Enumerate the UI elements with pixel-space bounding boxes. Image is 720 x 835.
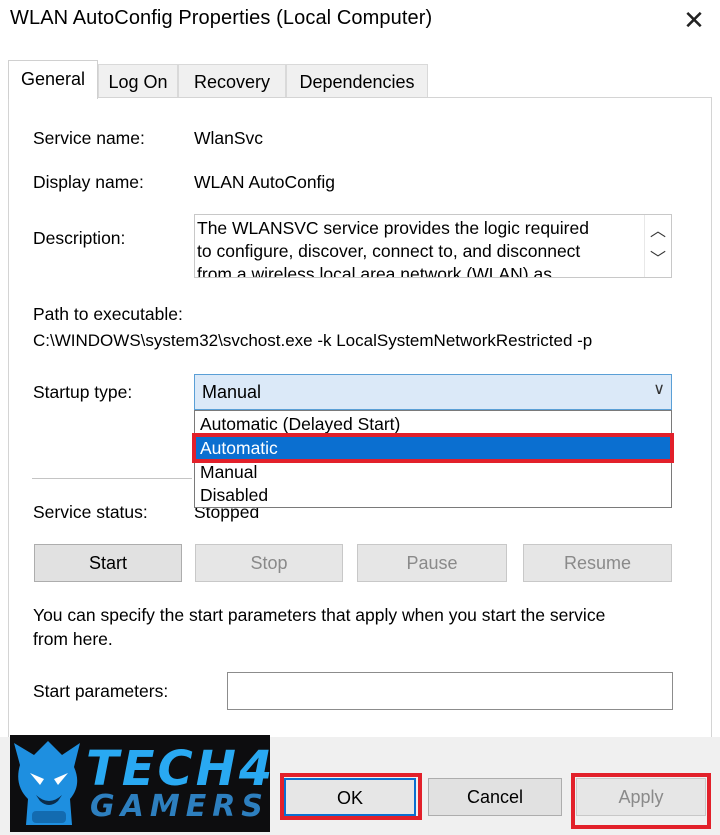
description-text: The WLANSVC service provides the logic r… <box>197 217 627 278</box>
logo-line-2: GAMERS <box>90 789 269 824</box>
tab-recovery[interactable]: Recovery <box>178 64 286 98</box>
resume-button[interactable]: Resume <box>523 544 672 582</box>
title-bar: WLAN AutoConfig Properties (Local Comput… <box>0 0 720 44</box>
description-box[interactable]: The WLANSVC service provides the logic r… <box>194 214 672 278</box>
display-name-value: WLAN AutoConfig <box>194 172 336 192</box>
description-line: to configure, discover, connect to, and … <box>197 241 581 261</box>
window-title: WLAN AutoConfig Properties (Local Comput… <box>10 7 433 29</box>
start-parameters-label: Start parameters: <box>33 681 169 701</box>
service-status-label: Service status: <box>33 502 148 522</box>
separator <box>32 478 192 479</box>
chevron-down-icon[interactable]: ∨ <box>653 379 665 399</box>
start-button[interactable]: Start <box>34 544 182 582</box>
highlight-apply-box <box>571 773 711 829</box>
description-line: from a wireless local area network (WLAN… <box>197 264 552 278</box>
scroll-up-icon[interactable]: ︿ <box>645 221 671 243</box>
mascot-icon <box>14 741 80 825</box>
path-label: Path to executable: <box>33 304 183 324</box>
tab-general[interactable]: General <box>8 60 98 99</box>
hint-line-1: You can specify the start parameters tha… <box>33 605 606 625</box>
path-value: C:\WINDOWS\system32\svchost.exe -k Local… <box>33 331 593 350</box>
option-disabled[interactable]: Disabled <box>195 484 671 507</box>
close-icon[interactable]: ✕ <box>676 2 712 38</box>
pause-button[interactable]: Pause <box>357 544 507 582</box>
highlight-ok-box <box>280 773 422 820</box>
display-name-label: Display name: <box>33 172 144 192</box>
tech4gamers-logo: TECH4 GAMERS <box>10 735 270 832</box>
tab-strip: General Log On Recovery Dependencies <box>0 60 720 99</box>
service-name-value: WlanSvc <box>194 128 264 148</box>
service-name-label: Service name: <box>33 128 145 148</box>
description-label: Description: <box>33 228 126 248</box>
scroll-down-icon[interactable]: ﹀ <box>645 249 671 271</box>
tab-dependencies[interactable]: Dependencies <box>286 64 428 98</box>
startup-type-value: Manual <box>202 382 262 402</box>
tab-log-on[interactable]: Log On <box>98 64 178 98</box>
start-parameters-input[interactable] <box>227 672 673 710</box>
startup-type-select[interactable]: Manual ∨ <box>194 374 672 410</box>
option-manual[interactable]: Manual <box>195 461 671 484</box>
highlight-automatic-box <box>192 433 674 463</box>
cancel-button[interactable]: Cancel <box>428 778 562 816</box>
startup-type-label: Startup type: <box>33 382 133 402</box>
description-line: The WLANSVC service provides the logic r… <box>197 218 589 238</box>
hint-line-2: from here. <box>33 629 113 649</box>
description-scrollbar[interactable]: ︿ ﹀ <box>644 215 671 277</box>
stop-button[interactable]: Stop <box>195 544 343 582</box>
